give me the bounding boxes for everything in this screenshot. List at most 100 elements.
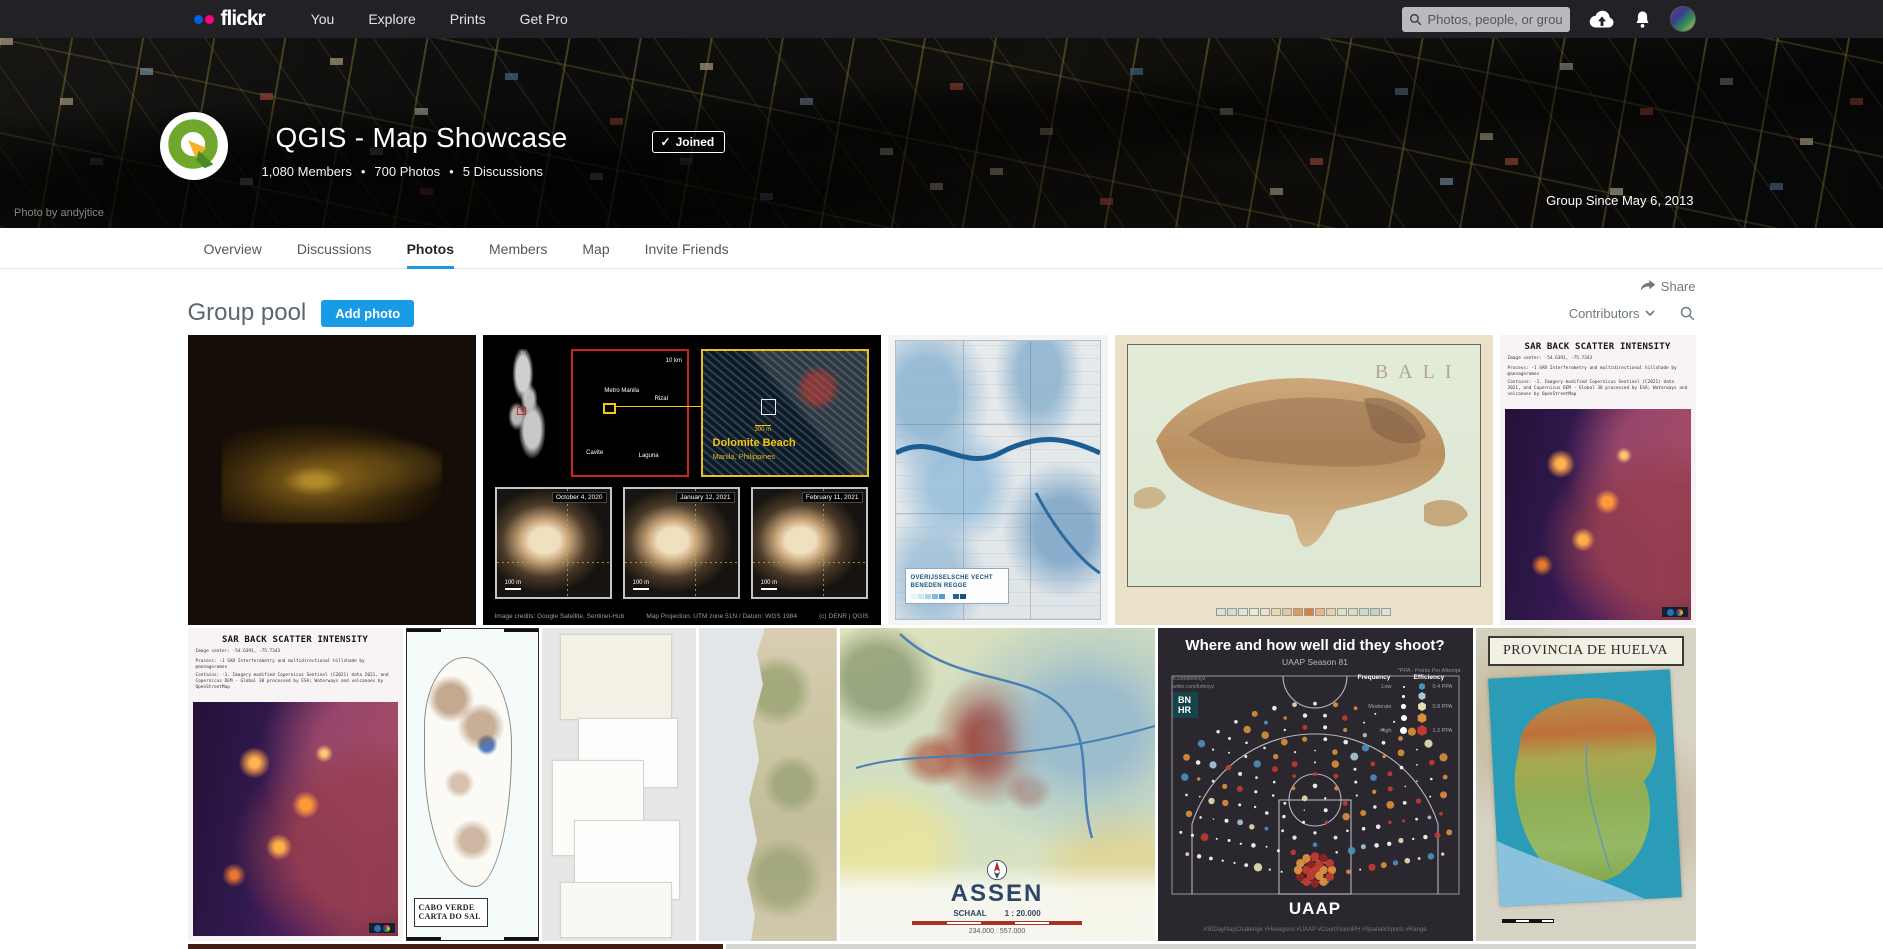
- beach-title: Dolomite Beach: [713, 437, 796, 449]
- tab-photos[interactable]: Photos: [407, 228, 454, 269]
- vecht-map-body: OVERIJSSELSCHE VECHT BENEDEN REGGE: [895, 340, 1101, 620]
- flickr-brand-text: flickr: [221, 7, 265, 31]
- photo-partial-row-2[interactable]: [726, 944, 1696, 949]
- photo-uaap-shot-chart[interactable]: Where and how well did they shoot? UAAP …: [1158, 628, 1473, 941]
- tab-map[interactable]: Map: [582, 228, 609, 269]
- search-input[interactable]: [1428, 12, 1563, 27]
- freq-label-low: Low: [1358, 684, 1394, 690]
- top-nav: flickr You Explore Prints Get Pro: [0, 0, 1883, 38]
- photo-provincia-huelva[interactable]: PROVINCIA DE HUELVA: [1476, 628, 1696, 941]
- discussions-count[interactable]: 5 Discussions: [463, 164, 543, 179]
- huelva-province: [1488, 669, 1682, 906]
- scale-label: 300 m: [755, 425, 772, 433]
- flickr-logo[interactable]: flickr: [194, 7, 265, 31]
- group-avatar-qgis[interactable]: [160, 112, 228, 180]
- philippines-outline-map: N: [495, 349, 557, 461]
- panel-date: October 4, 2020: [552, 492, 607, 503]
- assen-title-band: ASSEN SCHAAL 1 : 20.000 234.000 : 557.00…: [840, 863, 1155, 941]
- cover-photo-credit[interactable]: Photo by andyjtice: [14, 207, 104, 219]
- global-search[interactable]: [1402, 7, 1570, 32]
- frame-tick: [504, 629, 538, 632]
- upload-cloud-icon[interactable]: [1589, 9, 1615, 29]
- huelva-title: PROVINCIA DE HUELVA: [1488, 636, 1684, 666]
- photo-puerto-rico-relief[interactable]: [188, 335, 476, 625]
- photo-portugal-terrain[interactable]: [699, 628, 837, 941]
- crosshair: [753, 562, 866, 563]
- chart-title: Where and how well did they shoot?: [1158, 637, 1473, 654]
- add-photo-button[interactable]: Add photo: [321, 300, 414, 327]
- bali-map-body: BALI: [1127, 344, 1481, 587]
- pool-search-icon[interactable]: [1679, 305, 1696, 322]
- panel-date: January 12, 2021: [676, 492, 734, 503]
- relief-island: [222, 423, 442, 523]
- connector-line: [616, 406, 701, 407]
- map-sheet: [560, 882, 672, 938]
- photo-map-sheet-mosaic[interactable]: [542, 628, 696, 941]
- sar-logos: [369, 923, 395, 933]
- frequency-header: Frequency: [1358, 674, 1412, 681]
- tab-discussions[interactable]: Discussions: [297, 228, 372, 269]
- tab-overview[interactable]: Overview: [204, 228, 262, 269]
- portugal-landmass: [737, 628, 836, 941]
- share-row: Share: [0, 269, 1883, 295]
- tab-invite-friends[interactable]: Invite Friends: [645, 228, 729, 269]
- map-label: Cavite: [586, 450, 603, 456]
- schaal-label: SCHAAL: [953, 909, 986, 918]
- map-sheet: [560, 634, 672, 720]
- contributors-dropdown[interactable]: Contributors: [1569, 306, 1655, 321]
- map-credits: Image credits: Google Satellite, Sentine…: [495, 613, 869, 620]
- manila-satellite-panel: Metro Manila Rizal Cavite Laguna 10 km: [571, 349, 689, 477]
- eff-label-12: 1.2 PPA: [1433, 728, 1463, 734]
- photo-sar-backscatter-2[interactable]: SAR BACK SCATTER INTENSITY Image center:…: [188, 628, 403, 941]
- chevron-down-icon: [1645, 310, 1655, 316]
- nav-link-explore[interactable]: Explore: [368, 11, 415, 27]
- photo-bali-vintage-map[interactable]: BALI: [1115, 335, 1493, 625]
- scale-label: 100 m: [505, 580, 522, 590]
- crosshair: [625, 562, 738, 563]
- sal-island: [424, 657, 512, 887]
- photos-count[interactable]: 700 Photos: [374, 164, 440, 179]
- legend-swatches: [911, 594, 1003, 599]
- pool-toolbar: Group pool Add photo Contributors: [0, 295, 1883, 331]
- nav-link-getpro[interactable]: Get Pro: [520, 11, 568, 27]
- flickr-logo-blue-dot: [194, 15, 203, 24]
- tab-members[interactable]: Members: [489, 228, 547, 269]
- sar-meta-1: Image center: -54.6391, -75.7343: [196, 649, 395, 655]
- scale-bar: [912, 921, 1082, 925]
- group-tabbar: Overview Discussions Photos Members Map …: [0, 228, 1883, 269]
- photo-partial-row-1[interactable]: [188, 944, 723, 949]
- beach-extent-box: [761, 399, 776, 415]
- check-icon: ✓: [661, 135, 671, 149]
- frame-tick: [407, 937, 441, 940]
- photo-vecht-flood-map[interactable]: OVERIJSSELSCHE VECHT BENEDEN REGGE: [888, 335, 1108, 625]
- crosshair: [497, 562, 610, 563]
- sar-title: SAR BACK SCATTER INTENSITY: [1508, 342, 1688, 352]
- cabo-title-line2: CARTA DO SAL: [419, 912, 483, 921]
- cabo-title-line1: CABO VERDE: [419, 903, 483, 912]
- sar-map-body: [193, 702, 398, 936]
- crosshair: [823, 489, 824, 597]
- photo-cabo-verde-sal[interactable]: CABO VERDE CARTA DO SAL: [406, 628, 539, 941]
- joined-button[interactable]: ✓ Joined: [652, 131, 726, 153]
- photo-dolomite-beach[interactable]: N Metro Manila Rizal Cavite Laguna 10 km…: [483, 335, 881, 625]
- notifications-bell-icon[interactable]: [1634, 10, 1651, 29]
- members-count[interactable]: 1,080 Members: [262, 164, 352, 179]
- flickr-logo-pink-dot: [205, 15, 214, 24]
- credit-left: Image credits: Google Satellite, Sentine…: [495, 613, 625, 620]
- photo-sar-backscatter-1[interactable]: SAR BACK SCATTER INTENSITY Image center:…: [1500, 335, 1696, 625]
- share-button[interactable]: Share: [1640, 277, 1696, 295]
- stats-separator: •: [361, 164, 366, 179]
- nav-link-prints[interactable]: Prints: [450, 11, 486, 27]
- nav-link-you[interactable]: You: [311, 11, 335, 27]
- photo-assen-city-map[interactable]: ASSEN SCHAAL 1 : 20.000 234.000 : 557.00…: [840, 628, 1155, 941]
- joined-label: Joined: [676, 135, 715, 149]
- eff-label-04: 0.4 PPA: [1433, 684, 1463, 690]
- huelva-map-body: [1488, 669, 1682, 906]
- timeseries-panel-3: February 11, 2021 100 m: [751, 487, 868, 599]
- sar-map-body: [1505, 409, 1691, 620]
- user-avatar[interactable]: [1670, 6, 1696, 32]
- scale-value: 1 : 20.000: [1005, 909, 1041, 918]
- efficiency-header: Efficiency: [1414, 674, 1463, 681]
- sar-meta-3: Contains: -1. Imagery modified Copernicu…: [196, 673, 395, 691]
- map-label: Laguna: [639, 453, 659, 459]
